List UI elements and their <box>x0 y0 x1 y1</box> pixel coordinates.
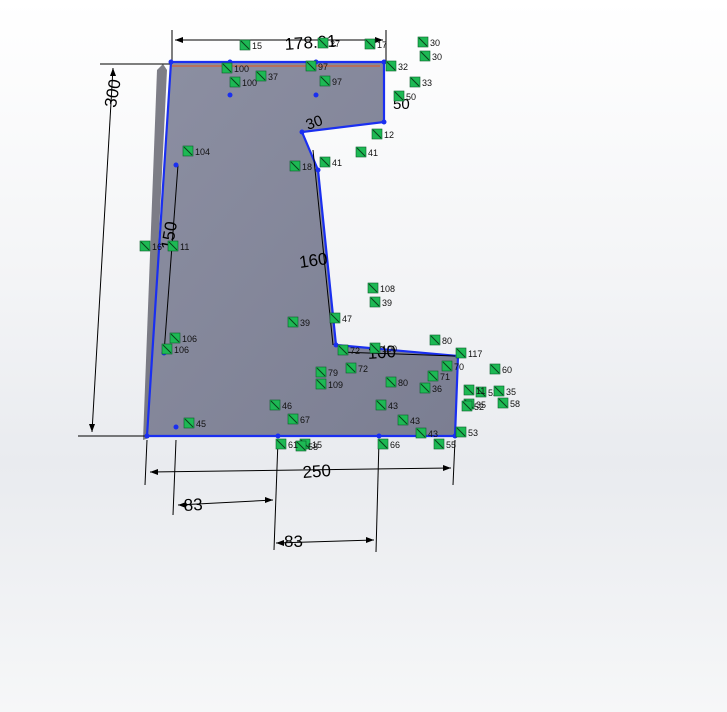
relation-number: 70 <box>454 362 464 372</box>
relation-number: 106 <box>182 334 197 344</box>
relation-badge[interactable]: 117 <box>455 347 482 359</box>
relation-badge[interactable]: 106 <box>161 343 189 355</box>
dim-bottom-width[interactable]: 250 <box>302 461 332 482</box>
sketch-endpoint[interactable] <box>173 424 179 430</box>
relation-number: 47 <box>342 314 352 324</box>
relation-badge[interactable]: 47 <box>329 312 352 324</box>
relation-number: 106 <box>174 345 189 355</box>
relation-number: 50 <box>406 92 416 102</box>
relation-number: 58 <box>308 442 318 452</box>
relation-number: 72 <box>350 346 360 356</box>
relation-number: 97 <box>318 62 328 72</box>
relation-number: 80 <box>398 378 408 388</box>
relation-number: 12 <box>384 130 394 140</box>
relation-number: 109 <box>328 380 343 390</box>
relation-badge[interactable]: 100 <box>221 62 249 74</box>
relation-badge[interactable]: 53 <box>455 426 478 438</box>
relation-number: 55 <box>446 440 456 450</box>
sketch-endpoint[interactable] <box>299 129 305 135</box>
relation-number: 60 <box>502 365 512 375</box>
relation-number: 71 <box>440 372 450 382</box>
sketch-endpoint[interactable] <box>227 92 233 98</box>
relation-number: 39 <box>300 318 310 328</box>
sketch-endpoint[interactable] <box>381 119 387 125</box>
relation-number: 17 <box>377 40 387 50</box>
part-face[interactable] <box>145 60 460 438</box>
sketch-endpoint[interactable] <box>376 433 382 439</box>
relation-badge[interactable]: 106 <box>169 332 197 344</box>
dim-bottom-offset-1[interactable]: 83 <box>183 495 203 515</box>
relation-number: 43 <box>428 429 438 439</box>
relation-number: 18 <box>302 162 312 172</box>
relation-number: 37 <box>268 72 278 82</box>
relation-badge[interactable]: 15 <box>239 39 262 51</box>
relation-badge[interactable]: 60 <box>489 363 512 375</box>
sketch-endpoint[interactable] <box>313 92 319 98</box>
relation-number: 11 <box>476 386 485 396</box>
sketch-endpoint[interactable] <box>315 167 321 173</box>
relation-badge[interactable]: 11 <box>463 384 485 396</box>
relation-number: 100 <box>382 344 397 354</box>
relation-badge[interactable]: 41 <box>319 156 342 168</box>
relation-badge[interactable]: 58 <box>497 397 520 409</box>
relation-number: 43 <box>388 401 398 411</box>
relation-badge[interactable]: 41 <box>355 146 378 158</box>
relation-number: 46 <box>282 401 292 411</box>
sketch-endpoint[interactable] <box>168 59 174 65</box>
relation-number: 53 <box>468 428 478 438</box>
dim-slanted-edge[interactable]: 160 <box>298 249 329 272</box>
relation-number: 100 <box>242 78 257 88</box>
relation-badge[interactable]: 39 <box>369 296 392 308</box>
relation-number: 45 <box>196 419 206 429</box>
relation-badge[interactable]: 33 <box>409 76 432 88</box>
dim-left-height[interactable]: 300 <box>101 78 125 109</box>
relation-number: 67 <box>300 415 310 425</box>
relation-number: 36 <box>432 384 442 394</box>
relation-number: 39 <box>382 298 392 308</box>
relation-number: 41 <box>368 148 378 158</box>
relation-badge[interactable]: 66 <box>377 438 400 450</box>
relation-badge[interactable]: 108 <box>367 282 395 294</box>
relation-number: 117 <box>468 349 482 359</box>
relation-number: 43 <box>410 416 420 426</box>
relation-number: 15 <box>252 41 262 51</box>
sketch-viewport[interactable]: 178.01 300 250 83 83 160 150 100 50 30 1… <box>0 0 727 712</box>
relation-badge[interactable]: 35 <box>493 385 516 397</box>
sketch-endpoint[interactable] <box>275 433 281 439</box>
relation-badge[interactable]: 32 <box>385 60 408 72</box>
relation-number: 30 <box>430 38 440 48</box>
relation-number: 35 <box>506 387 516 397</box>
relation-number: 52 <box>474 402 484 412</box>
relation-number: 16 <box>152 242 162 252</box>
relation-number: 41 <box>332 158 342 168</box>
relation-badge[interactable]: 61 <box>275 438 298 450</box>
relation-badge[interactable]: 80 <box>429 334 452 346</box>
relation-badge[interactable]: 30 <box>419 50 442 62</box>
relation-badge[interactable]: 12 <box>371 128 394 140</box>
relation-number: 108 <box>380 284 395 294</box>
relation-badge[interactable]: 100 <box>369 342 397 354</box>
relation-number: 100 <box>234 64 249 74</box>
relation-badge[interactable]: 100 <box>229 76 257 88</box>
relation-number: 79 <box>328 368 338 378</box>
sketch-endpoint[interactable] <box>144 433 150 439</box>
relation-badge[interactable]: 104 <box>182 145 210 157</box>
sketch-endpoint[interactable] <box>173 162 179 168</box>
relation-number: 80 <box>442 336 452 346</box>
relation-badge[interactable]: 109 <box>315 378 343 390</box>
dim-bottom-offset-2[interactable]: 83 <box>284 532 303 551</box>
relation-number: 61 <box>288 440 298 450</box>
relation-number: 27 <box>330 39 340 49</box>
relation-number: 72 <box>358 364 368 374</box>
relation-number: 66 <box>390 440 400 450</box>
relation-number: 97 <box>332 77 342 87</box>
relation-number: 32 <box>398 62 408 72</box>
relation-number: 104 <box>195 147 210 157</box>
relation-badge[interactable]: 30 <box>417 36 440 48</box>
relation-number: 30 <box>432 52 442 62</box>
relation-number: 11 <box>180 242 189 252</box>
relation-badge[interactable]: 55 <box>433 438 456 450</box>
relation-number: 33 <box>422 78 432 88</box>
relation-number: 58 <box>510 399 520 409</box>
